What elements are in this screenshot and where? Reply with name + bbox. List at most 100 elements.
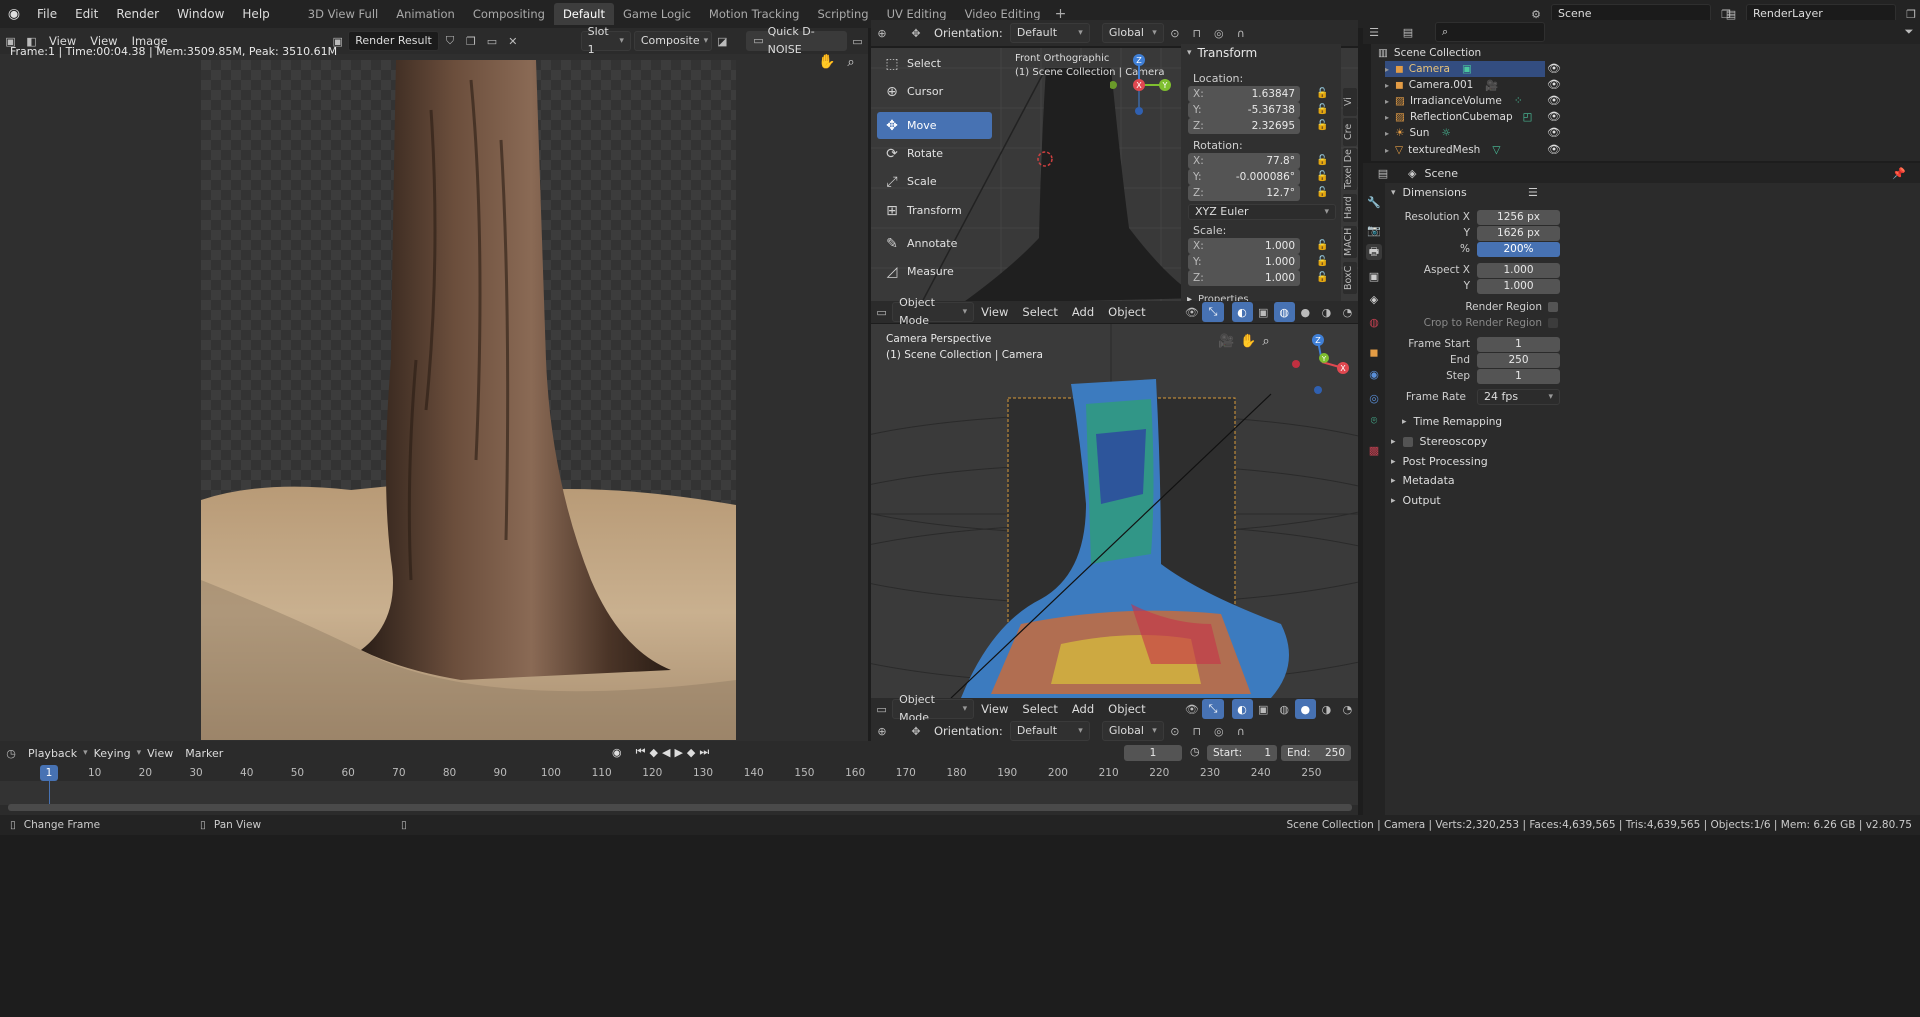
outliner-item-textured-mesh[interactable]: ▸ ▽ texturedMesh ▽	[1385, 142, 1500, 158]
resolution-y-field[interactable]: 1626 px	[1477, 226, 1560, 241]
jump-end-icon[interactable]: ⏭	[699, 745, 709, 759]
overlay-toggle-icon[interactable]: ◐	[1231, 302, 1253, 322]
image-name-field[interactable]: Render Result	[348, 31, 440, 51]
gizmo-toggle-icon[interactable]: ⤡	[1202, 302, 1224, 322]
texture-tab-icon[interactable]: ▩	[1366, 442, 1382, 458]
editor-type-icon[interactable]: ▭	[871, 302, 892, 322]
pin-icon[interactable]: 📌	[1892, 167, 1906, 180]
lock-icon[interactable]: 🔓	[1316, 256, 1328, 267]
menu-add[interactable]: Add	[1065, 702, 1101, 716]
camera-navigation-gizmo[interactable]: Z X Y	[1284, 332, 1354, 402]
scale-y-field[interactable]: Y: 1.000	[1188, 254, 1300, 270]
tool-scale[interactable]: ⤢ Scale	[877, 168, 992, 195]
orientation-dropdown[interactable]: Default ▾	[1009, 23, 1090, 43]
menu-view[interactable]: View	[974, 702, 1015, 716]
menu-view[interactable]: View	[141, 747, 179, 760]
output-header[interactable]: ▸ Output	[1391, 494, 1441, 507]
workspace-tab-compositing[interactable]: Compositing	[464, 3, 554, 25]
preview-range-icon[interactable]: ◷	[1190, 745, 1200, 758]
tool-measure[interactable]: ◿ Measure	[877, 258, 992, 285]
lock-icon[interactable]: 🔓	[1316, 171, 1328, 182]
transform-gizmo-icon[interactable]: ✥	[905, 721, 927, 741]
tool-move[interactable]: ✥ Move	[877, 112, 992, 139]
tool-tab-icon[interactable]: 🔧	[1366, 194, 1382, 210]
frame-start-field[interactable]: 1	[1477, 337, 1560, 352]
xray-icon[interactable]: ▣	[1253, 302, 1274, 322]
eye-icon[interactable]: 👁	[1547, 110, 1561, 123]
menu-render[interactable]: Render	[107, 3, 168, 25]
camera-icon[interactable]: 🎥	[1218, 334, 1234, 349]
crop-region-checkbox[interactable]	[1548, 318, 1558, 328]
record-icon[interactable]: ◉	[612, 746, 622, 759]
outliner-item-camera-001[interactable]: ▸ ◼ Camera.001 🎥	[1385, 77, 1498, 93]
eye-icon[interactable]: 👁	[1547, 78, 1561, 91]
workspace-tab-3d-view-full[interactable]: 3D View Full	[299, 3, 387, 25]
object-mode-dropdown[interactable]: Object Mode ▾	[892, 693, 975, 724]
lock-icon[interactable]: 🔓	[1316, 155, 1328, 166]
sidebar-tab-create[interactable]: Cre	[1343, 118, 1357, 146]
location-x-field[interactable]: X: 1.63847	[1188, 86, 1300, 102]
visibility-icon[interactable]: 👁	[1181, 699, 1202, 719]
editor-type-icon[interactable]: ⊕	[871, 721, 893, 741]
outliner-item-camera[interactable]: ▸ ◼ Camera ▣	[1385, 61, 1545, 77]
zoom-icon[interactable]: ⌕	[1262, 334, 1269, 349]
rotation-mode-dropdown[interactable]: XYZ Euler ▾	[1188, 204, 1336, 220]
menu-select[interactable]: Select	[1015, 305, 1064, 319]
workspace-tab-default[interactable]: Default	[553, 3, 614, 25]
material-shading-icon[interactable]: ◑	[1316, 302, 1337, 322]
display-mode-icon[interactable]: ▤	[1397, 22, 1419, 42]
object-mode-dropdown[interactable]: Object Mode ▾	[892, 296, 975, 327]
dimensions-panel-header[interactable]: ▾ Dimensions	[1391, 186, 1467, 199]
eye-icon[interactable]: 👁	[1547, 143, 1561, 156]
playhead-frame-indicator[interactable]: 1	[40, 765, 58, 781]
eye-icon[interactable]: 👁	[1547, 62, 1561, 75]
open-image-icon[interactable]: ▭	[481, 31, 502, 51]
slot-dropdown[interactable]: Slot 1 ▾	[580, 25, 631, 56]
overlay-toggle-icon[interactable]: ◐	[1231, 699, 1253, 719]
navigation-gizmo[interactable]: Z Y X	[1109, 52, 1175, 117]
wireframe-shading-icon[interactable]: ◍	[1274, 699, 1295, 719]
resolution-percent-slider[interactable]: 200%	[1477, 242, 1560, 257]
xray-icon[interactable]: ▣	[1253, 699, 1274, 719]
sidebar-tab-hard[interactable]: Hard	[1343, 194, 1357, 222]
menu-file[interactable]: File	[28, 3, 66, 25]
quick-denoise-button[interactable]: ▭ Quick D-NOISE	[746, 25, 848, 56]
material-shading-icon[interactable]: ◑	[1316, 699, 1337, 719]
pivot-icon[interactable]: ⊙	[1164, 23, 1186, 43]
sidebar-tab-mach[interactable]: MACH	[1343, 226, 1357, 258]
scene-collection-row[interactable]: ▥ Scene Collection	[1378, 45, 1481, 61]
timeline-track-area[interactable]	[0, 781, 1358, 805]
play-icon[interactable]: ▶	[674, 746, 682, 759]
timeline-scrollbar[interactable]	[8, 804, 1352, 811]
workspace-tab-scripting[interactable]: Scripting	[808, 3, 877, 25]
solid-shading-icon[interactable]: ●	[1294, 699, 1316, 719]
location-y-field[interactable]: Y: -5.36738	[1188, 102, 1300, 118]
editor-type-icon[interactable]: ☰	[1363, 22, 1385, 42]
aspect-y-field[interactable]: 1.000	[1477, 279, 1560, 294]
display-channels-icon[interactable]: ◪	[712, 31, 733, 51]
lock-icon[interactable]: 🔓	[1316, 120, 1328, 131]
tool-rotate[interactable]: ⟳ Rotate	[877, 140, 992, 167]
sidebar-tab-view[interactable]: Vi	[1343, 88, 1357, 116]
editor-type-icon[interactable]: ▤	[1372, 163, 1394, 183]
menu-object[interactable]: Object	[1101, 305, 1152, 319]
orientation-dropdown[interactable]: Default ▾	[1009, 721, 1090, 741]
menu-add[interactable]: Add	[1065, 305, 1101, 319]
falloff-icon[interactable]: ∩	[1230, 23, 1252, 43]
solid-shading-icon[interactable]: ●	[1295, 302, 1316, 322]
transform-space-dropdown[interactable]: Global ▾	[1101, 721, 1164, 741]
scale-x-field[interactable]: X: 1.000	[1188, 238, 1300, 254]
unlink-image-icon[interactable]: ✕	[502, 31, 523, 51]
menu-playback[interactable]: Playback	[22, 747, 83, 760]
transform-space-dropdown[interactable]: Global ▾	[1101, 23, 1164, 43]
editor-type-icon[interactable]: ◷	[0, 743, 22, 763]
metadata-header[interactable]: ▸ Metadata	[1391, 474, 1455, 487]
lock-icon[interactable]: 🔓	[1316, 88, 1328, 99]
visibility-icon[interactable]: 👁	[1181, 302, 1202, 322]
menu-select[interactable]: Select	[1015, 702, 1064, 716]
current-frame-field[interactable]: 1	[1124, 745, 1182, 761]
prev-keyframe-icon[interactable]: ◆	[650, 746, 658, 759]
gizmo-toggle-icon[interactable]: ⤡	[1202, 699, 1224, 719]
menu-view[interactable]: View	[974, 305, 1015, 319]
menu-keying[interactable]: Keying	[88, 747, 137, 760]
